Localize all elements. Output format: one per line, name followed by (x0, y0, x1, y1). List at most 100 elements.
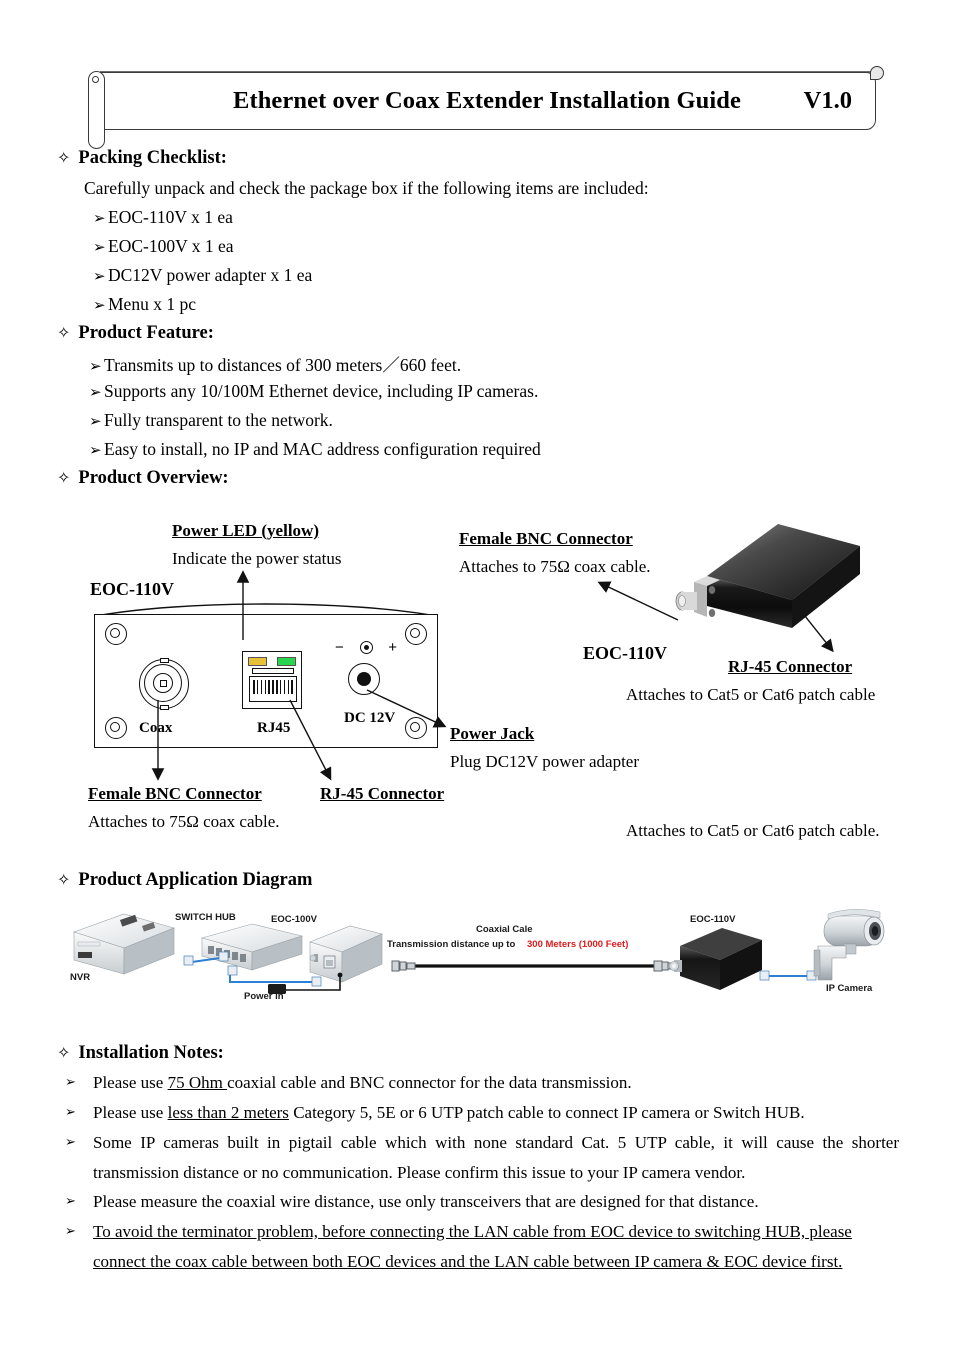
note-item-2-continuation: transmission distance or no communicatio… (93, 1163, 746, 1182)
arrow-bullet-icon: ➢ (89, 414, 102, 430)
arrow-bullet-icon: ➢ (93, 240, 106, 256)
note-item-0: ➢ Please use 75 Ohm coaxial cable and BN… (65, 1073, 913, 1093)
packing-item-3-label: Menu x 1 pc (108, 294, 196, 314)
packing-heading-text: Packing Checklist: (78, 148, 227, 168)
section-heading-feature: ✧ Product Feature: (57, 323, 214, 344)
port-label-rj45: RJ45 (257, 720, 291, 736)
led-yellow-icon (248, 657, 267, 666)
note-item-4-line2: connect the coax cable between both EOC … (93, 1252, 913, 1272)
overview-heading-text: Product Overview: (78, 468, 229, 488)
arrow-bullet-icon: ➢ (65, 1074, 76, 1089)
diamond-bullet-icon: ✧ (57, 325, 71, 342)
notes-heading-text: Installation Notes: (78, 1043, 224, 1063)
note-item-2-post: Some IP cameras built in pigtail cable w… (93, 1133, 899, 1152)
screw-hole-icon (405, 623, 427, 645)
packing-item-3: ➢ Menu x 1 pc (93, 294, 196, 315)
arrow-bullet-icon: ➢ (65, 1223, 76, 1238)
feature-heading-text: Product Feature: (78, 323, 214, 343)
section-heading-notes: ✧ Installation Notes: (57, 1043, 224, 1064)
callout-bnc-top-desc: Attaches to 75Ω coax cable. (459, 557, 651, 576)
arrow-bullet-icon: ➢ (65, 1134, 76, 1149)
diagram-label-eoc100v: EOC-100V (271, 914, 317, 925)
note-item-1-pre: Please use (93, 1103, 168, 1122)
note-item-0-pre: Please use (93, 1073, 168, 1092)
arrow-bullet-icon: ➢ (89, 359, 102, 375)
callout-power-jack-desc: Plug DC12V power adapter (450, 752, 640, 771)
feature-item-2: ➢ Fully transparent to the network. (89, 410, 333, 431)
diamond-bullet-icon: ✧ (57, 150, 71, 167)
polarity-plus-label: + (388, 638, 397, 656)
packing-item-2-label: DC12V power adapter x 1 ea (108, 265, 313, 285)
callout-rj45-bottom-desc: Attaches to Cat5 or Cat6 patch cable. (626, 821, 880, 840)
rj45-tab-icon (252, 668, 294, 674)
bnc-pin-icon (160, 680, 167, 687)
section-heading-application: ✧ Product Application Diagram (57, 870, 312, 891)
dc-power-jack-icon (348, 663, 380, 695)
diagram-label-coax-cable: Coaxial Cale (476, 924, 533, 935)
note-item-3-post: Please measure the coaxial wire distance… (93, 1192, 759, 1211)
diagram-label-nvr: NVR (70, 972, 91, 983)
feature-item-3-label: Easy to install, no IP and MAC address c… (104, 439, 541, 459)
section-heading-overview: ✧ Product Overview: (57, 468, 229, 489)
bnc-inner-ring-icon (153, 673, 173, 693)
diagram-label-eoc110v: EOC-110V (690, 914, 736, 925)
port-label-dc: DC 12V (344, 710, 396, 726)
note-item-0-post: coaxial cable and BNC connector for the … (227, 1073, 632, 1092)
callout-power-led-title: Power LED (yellow) (172, 521, 319, 540)
device-label-left: EOC-110V (90, 579, 175, 599)
feature-item-1-label: Supports any 10/100M Ethernet device, in… (104, 381, 539, 401)
application-heading-text: Product Application Diagram (78, 870, 313, 890)
polarity-minus-label: − (335, 638, 344, 656)
diagram-label-ip-camera: IP Camera (826, 983, 873, 994)
title-banner: Ethernet over Coax Extender Installation… (88, 66, 888, 149)
bnc-connector-icon (139, 658, 189, 710)
note-item-1-underline: less than 2 meters (167, 1103, 289, 1122)
callout-bnc-bottom-title: Female BNC Connector (88, 784, 262, 803)
rj45-port-icon (242, 651, 302, 709)
diamond-bullet-icon: ✧ (57, 470, 71, 487)
arrow-bullet-icon: ➢ (89, 385, 102, 401)
page-title: Ethernet over Coax Extender Installation… (233, 87, 741, 114)
note-item-4-line2-text: connect the coax cable between both EOC … (93, 1252, 843, 1271)
packing-item-0-label: EOC-110V x 1 ea (108, 207, 233, 227)
diagram-label-distance-prefix: Transmission distance up to (387, 939, 516, 950)
bnc-notch-icon (160, 705, 169, 710)
note-item-1-post: Category 5, 5E or 6 UTP patch cable to c… (288, 1103, 805, 1122)
feature-item-0: ➢ Transmits up to distances of 300 meters… (89, 352, 461, 377)
rj45-pins-icon (253, 680, 293, 694)
note-item-1: ➢ Please use less than 2 meters Category… (65, 1103, 913, 1123)
arrow-bullet-icon: ➢ (65, 1193, 76, 1208)
diamond-bullet-icon: ✧ (57, 872, 71, 889)
screw-hole-icon (105, 623, 127, 645)
diagram-label-distance-value: 300 Meters (1000 Feet) (527, 939, 629, 950)
note-item-0-underline: 75 Ohm (167, 1073, 228, 1092)
port-label-coax: Coax (139, 720, 173, 736)
arrow-bullet-icon: ➢ (93, 298, 106, 314)
arrow-bullet-icon: ➢ (93, 269, 106, 285)
note-item-2: ➢ Some IP cameras built in pigtail cable… (65, 1133, 899, 1153)
feature-item-2-label: Fully transparent to the network. (104, 410, 333, 430)
screw-hole-icon (105, 717, 127, 739)
device-label-right: EOC-110V (583, 643, 668, 663)
arrow-bullet-icon: ➢ (89, 443, 102, 459)
callout-power-led-desc: Indicate the power status (172, 549, 342, 568)
callout-rj45-right-desc: Attaches to Cat5 or Cat6 patch cable (626, 685, 876, 704)
note-item-4-line1: ➢ To avoid the terminator problem, befor… (65, 1222, 913, 1242)
callout-rj45-bottom-title: RJ-45 Connector (320, 784, 445, 803)
packing-intro: Carefully unpack and check the package b… (84, 178, 649, 198)
callout-power-jack-title: Power Jack (450, 724, 535, 743)
bnc-notch-icon (160, 658, 169, 663)
dc-polarity-indicator: − + (335, 637, 397, 657)
diagram-label-power-in: Power in (244, 991, 284, 1002)
feature-item-1: ➢ Supports any 10/100M Ethernet device, i… (89, 381, 538, 402)
version-label: V1.0 (803, 87, 852, 114)
arrow-bullet-icon: ➢ (65, 1104, 76, 1119)
feature-item-0-label: Transmits up to distances of 300 meters／… (104, 355, 462, 375)
application-diagram: NVR SWITCH HUB EOC-100V Power in Coaxial… (62, 898, 890, 1006)
diamond-bullet-icon: ✧ (57, 1045, 71, 1062)
device-photo-eoc110v (675, 524, 860, 628)
packing-item-1-label: EOC-100V x 1 ea (108, 236, 234, 256)
callout-bnc-top-title: Female BNC Connector (459, 529, 633, 548)
packing-item-0: ➢ EOC-110V x 1 ea (93, 207, 233, 228)
note-item-3: ➢ Please measure the coaxial wire distan… (65, 1192, 913, 1212)
